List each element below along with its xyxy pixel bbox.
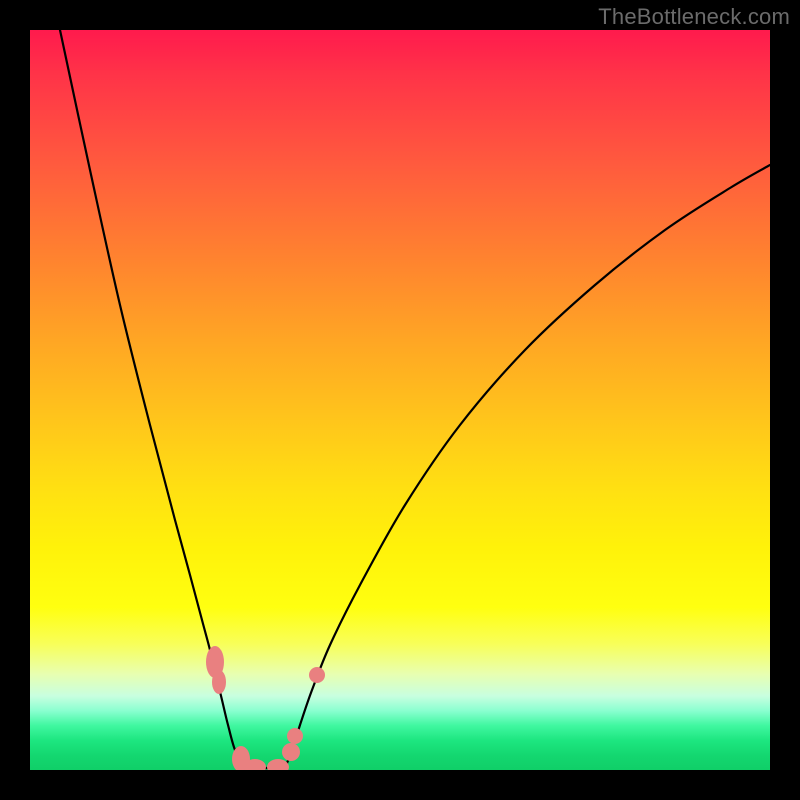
chart-frame: TheBottleneck.com — [0, 0, 800, 800]
right-curve — [285, 165, 770, 768]
data-marker-5 — [282, 743, 300, 761]
data-marker-1 — [212, 670, 226, 694]
curve-layer — [30, 30, 770, 770]
watermark-text: TheBottleneck.com — [598, 4, 790, 30]
data-marker-4 — [267, 759, 289, 770]
data-marker-6 — [287, 728, 303, 744]
data-marker-7 — [309, 667, 325, 683]
gradient-plot-area — [30, 30, 770, 770]
